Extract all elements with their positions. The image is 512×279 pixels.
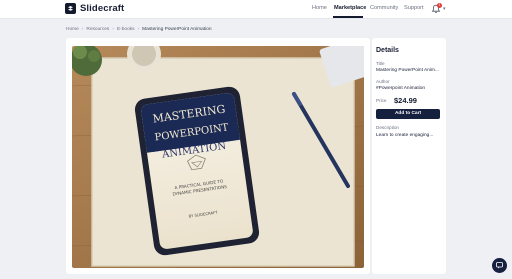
nav-active-indicator — [333, 16, 363, 18]
chat-button[interactable] — [492, 258, 507, 273]
nav-marketplace[interactable]: Marketplace — [334, 4, 366, 13]
breadcrumb-resources[interactable]: Resources — [86, 26, 109, 33]
breadcrumb-current: Mastering PowerPoint Animation — [142, 27, 212, 32]
description-label: Description — [376, 125, 399, 130]
breadcrumb-home[interactable]: Home — [66, 26, 79, 33]
brand-name[interactable]: Slidecraft — [80, 3, 124, 15]
author-label: Author — [376, 79, 390, 84]
breadcrumb-separator: › — [137, 27, 140, 32]
title-value: Mastering PowerPoint Anim... — [376, 68, 439, 73]
description-value: Learn to create engaging... — [376, 133, 434, 138]
nav-community[interactable]: Community — [370, 4, 398, 13]
chevron-down-icon[interactable]: ▾ — [443, 6, 446, 12]
slidecraft-logo-icon[interactable] — [65, 3, 76, 14]
details-heading: Details — [376, 47, 399, 54]
price-value: $24.99 — [394, 96, 417, 105]
title-label: Title — [376, 61, 385, 66]
breadcrumb-separator: › — [81, 27, 84, 32]
chat-icon — [496, 262, 503, 269]
price-label: Price — [376, 98, 387, 103]
breadcrumb: Home › Resources › E-books › Mastering PowerPo… — [66, 26, 212, 33]
product-hero-image: MASTERING POWERPOINT ANIMATION A PRACTIC… — [72, 46, 364, 268]
nav-home[interactable]: Home — [312, 4, 327, 13]
add-to-cart-button[interactable]: Add to Cart — [376, 109, 440, 119]
nav-support[interactable]: Support — [404, 4, 424, 13]
breadcrumb-ebooks[interactable]: E-books — [117, 26, 135, 33]
notification-badge: 1 — [437, 3, 442, 8]
breadcrumb-separator: › — [112, 27, 114, 32]
author-value[interactable]: #Powerpoint Animation — [376, 86, 425, 92]
